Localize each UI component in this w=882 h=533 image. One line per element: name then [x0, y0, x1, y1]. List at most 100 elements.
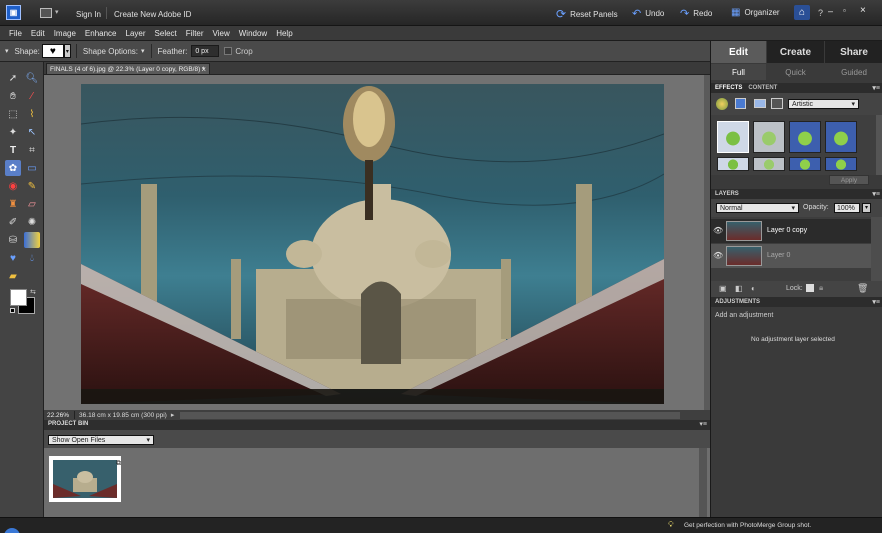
blur-tool-icon[interactable]: 💧︎: [24, 250, 40, 266]
canvas-area[interactable]: [44, 75, 704, 410]
effects-panel-menu-icon[interactable]: ▾≡: [872, 84, 880, 92]
apply-button[interactable]: Apply: [829, 175, 869, 185]
eyedropper-tool-icon[interactable]: ⁄: [24, 88, 40, 104]
quick-selection-tool-icon[interactable]: ↖: [24, 124, 40, 140]
restore-icon[interactable]: ▫: [843, 6, 846, 15]
move-tool-icon[interactable]: ➚: [5, 70, 21, 86]
crop-tool-icon[interactable]: ⌗: [24, 142, 40, 158]
project-bin-scrollbar[interactable]: [699, 448, 707, 517]
tab-edit[interactable]: Edit: [711, 41, 766, 63]
effect-thumbnail[interactable]: [825, 121, 857, 153]
show-open-files-dropdown[interactable]: Show Open Files: [48, 435, 154, 445]
delete-layer-icon[interactable]: 🗑︎: [857, 283, 868, 294]
layer-name[interactable]: Layer 0: [767, 252, 790, 259]
zoom-tool-icon[interactable]: 🔍︎: [24, 70, 40, 86]
effect-thumbnail[interactable]: [825, 157, 857, 171]
document-tab-close-icon[interactable]: ×: [201, 65, 206, 74]
layers-scrollbar[interactable]: [871, 217, 882, 289]
adjustments-panel-menu-icon[interactable]: ▾≡: [872, 298, 880, 306]
tab-share[interactable]: Share: [825, 41, 882, 63]
document-image[interactable]: [81, 84, 664, 404]
sign-in-link[interactable]: Sign In: [76, 10, 101, 19]
content-tab[interactable]: CONTENT: [748, 85, 777, 91]
reset-panels-button[interactable]: ⟳ Reset Panels: [556, 7, 618, 21]
status-menu-icon[interactable]: ▸: [171, 411, 175, 419]
close-icon[interactable]: ×: [860, 5, 866, 16]
paint-bucket-tool-icon[interactable]: ⛁: [5, 232, 21, 248]
shape-picker[interactable]: ♥: [41, 44, 64, 58]
straighten-tool-icon[interactable]: ▭: [24, 160, 40, 176]
opacity-slider-toggle[interactable]: ▾: [862, 203, 871, 213]
new-layer-icon[interactable]: ▣: [719, 284, 727, 293]
layers-panel-menu-icon[interactable]: ▾≡: [872, 190, 880, 198]
tab-create[interactable]: Create: [767, 41, 824, 63]
layer-visibility-eye-icon[interactable]: 👁︎: [713, 226, 723, 235]
home-icon[interactable]: ⌂: [794, 5, 810, 20]
default-colors-icon[interactable]: [10, 308, 15, 313]
subtab-quick[interactable]: Quick: [767, 64, 824, 80]
tip-text[interactable]: Get perfection with PhotoMerge Group sho…: [684, 522, 811, 529]
effect-thumbnail[interactable]: [753, 121, 785, 153]
document-tab[interactable]: FINALS (4 of 6).jpg @ 22.3% (Layer 0 cop…: [46, 63, 210, 75]
effect-thumbnail[interactable]: [789, 157, 821, 171]
redo-button[interactable]: ↷ Redo: [680, 7, 712, 20]
menu-layer[interactable]: Layer: [126, 29, 146, 38]
eraser-tool-icon[interactable]: ▱: [24, 196, 40, 212]
brush-tool-icon[interactable]: ✐: [5, 214, 21, 230]
effects-tab[interactable]: EFFECTS: [715, 85, 742, 91]
project-bin-menu-icon[interactable]: ▾≡: [699, 420, 707, 428]
layer-visibility-eye-icon[interactable]: 👁︎: [713, 251, 723, 260]
effect-thumbnail[interactable]: [753, 157, 785, 171]
effect-thumbnail[interactable]: [789, 121, 821, 153]
effects-filters-icon[interactable]: [716, 98, 728, 110]
subtab-guided[interactable]: Guided: [825, 64, 882, 80]
gradient-tool-icon[interactable]: [24, 232, 40, 248]
zoom-level[interactable]: 22.26%: [47, 412, 69, 419]
effects-category-dropdown[interactable]: Artistic: [788, 99, 859, 109]
minimize-icon[interactable]: –: [828, 6, 833, 16]
help-icon[interactable]: ?: [818, 8, 823, 18]
menu-enhance[interactable]: Enhance: [85, 29, 117, 38]
crop-checkbox[interactable]: [224, 47, 233, 55]
effects-scrollbar[interactable]: [876, 115, 882, 175]
windows-start-icon[interactable]: [4, 528, 20, 533]
type-tool-icon[interactable]: T: [5, 142, 21, 158]
layer-row[interactable]: 👁︎ Layer 0 copy: [711, 219, 871, 243]
feather-input[interactable]: 0 px: [191, 45, 220, 57]
arrange-chevron-down-icon[interactable]: ▾: [55, 8, 59, 16]
cookie-cutter-tool-icon[interactable]: ✿: [5, 160, 21, 176]
lock-transparent-icon[interactable]: [806, 284, 814, 292]
custom-shape-tool-icon[interactable]: ♥: [5, 250, 21, 266]
lock-all-icon[interactable]: 🔒︎: [819, 283, 823, 293]
red-eye-tool-icon[interactable]: ◉: [5, 178, 21, 194]
shape-options-label[interactable]: Shape Options:: [83, 47, 138, 56]
effects-photo-effects-icon[interactable]: [754, 99, 766, 108]
sponge-tool-icon[interactable]: ▰: [5, 268, 21, 284]
menu-help[interactable]: Help: [276, 29, 292, 38]
marquee-tool-icon[interactable]: ⬚: [5, 106, 21, 122]
organizer-button[interactable]: ▦ Organizer: [731, 7, 780, 18]
spot-healing-tool-icon[interactable]: ✎: [24, 178, 40, 194]
effect-thumbnail[interactable]: [717, 157, 749, 171]
foreground-color-swatch[interactable]: [10, 289, 27, 306]
layer-name[interactable]: Layer 0 copy: [767, 227, 807, 234]
layer-row[interactable]: 👁︎ Layer 0: [711, 244, 871, 268]
new-adjustment-layer-icon[interactable]: ◧: [735, 284, 743, 293]
horizontal-scrollbar[interactable]: [180, 411, 681, 419]
opacity-input[interactable]: 100%: [834, 203, 860, 213]
undo-button[interactable]: ↶ Undo: [632, 7, 664, 20]
layer-mask-icon[interactable]: ◐: [751, 284, 756, 293]
menu-filter[interactable]: Filter: [186, 29, 204, 38]
magic-wand-tool-icon[interactable]: ✦: [5, 124, 21, 140]
blend-mode-dropdown[interactable]: Normal: [716, 203, 799, 213]
menu-window[interactable]: Window: [239, 29, 267, 38]
clone-stamp-tool-icon[interactable]: ♜: [5, 196, 21, 212]
effect-thumbnail[interactable]: [717, 121, 749, 153]
smart-brush-tool-icon[interactable]: ✺: [24, 214, 40, 230]
lasso-tool-icon[interactable]: ⌇: [24, 106, 40, 122]
menu-view[interactable]: View: [213, 29, 230, 38]
open-file-thumbnail[interactable]: [49, 456, 121, 502]
menu-file[interactable]: File: [9, 29, 22, 38]
effects-show-all-icon[interactable]: [771, 98, 783, 109]
swap-colors-icon[interactable]: ⇆: [30, 288, 36, 296]
